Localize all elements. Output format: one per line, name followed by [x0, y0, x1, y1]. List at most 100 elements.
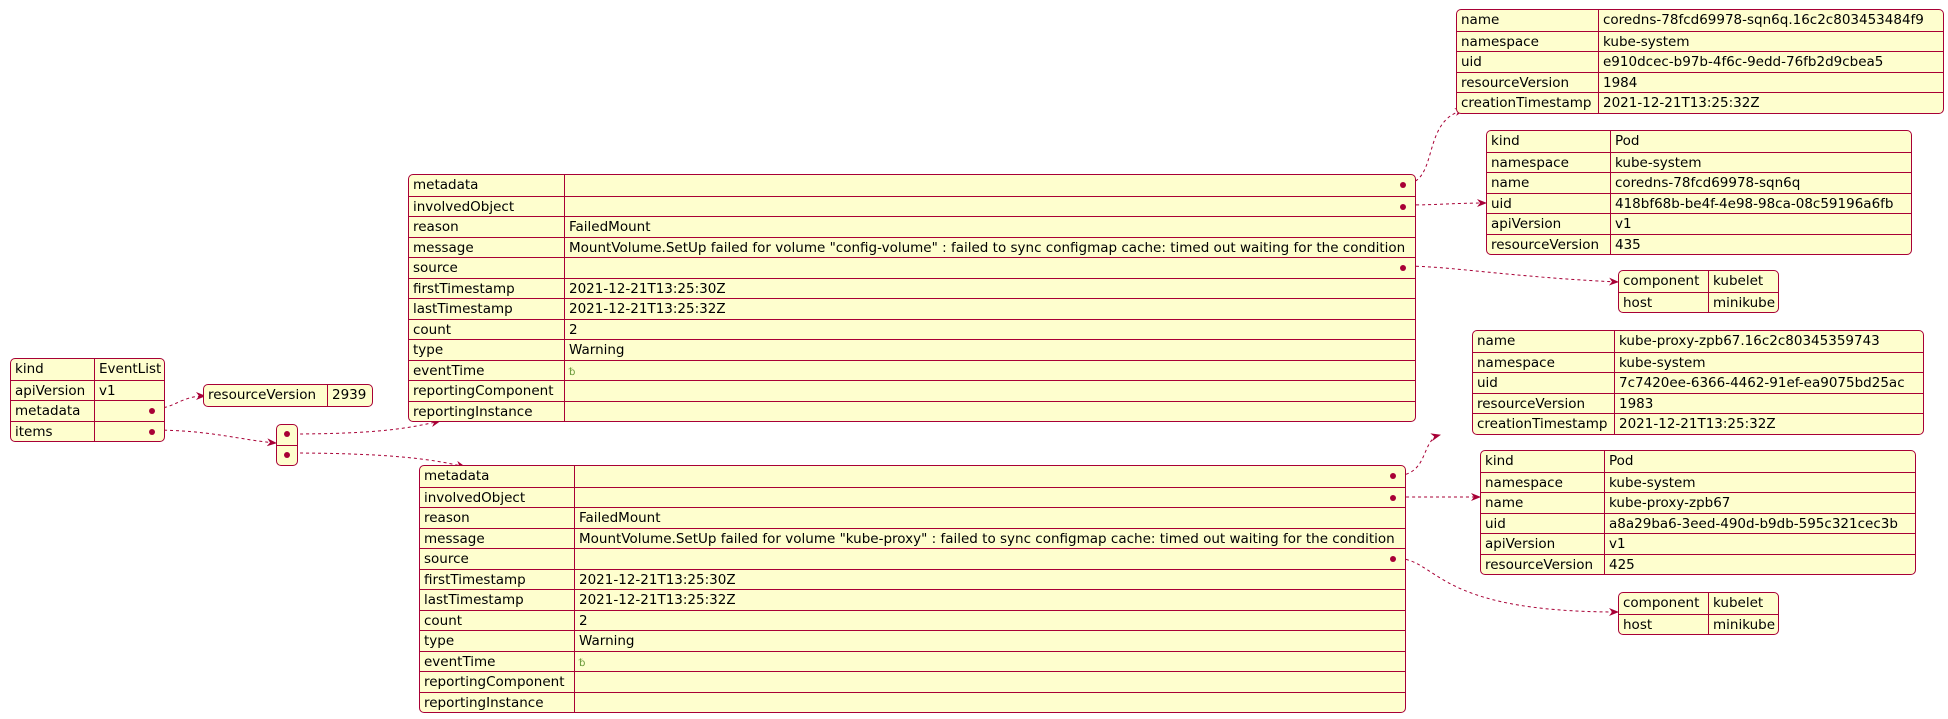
row-key: involvedObject: [409, 196, 565, 216]
row-value: coredns-78fcd69978-sqn6q.16c2c803453484f…: [1603, 12, 1924, 28]
row-key: reportingInstance: [420, 692, 575, 712]
kv-row: apiVersion v1: [1487, 213, 1911, 234]
row-value: kube-system: [1603, 33, 1690, 50]
link-0-metadata: [1403, 108, 1465, 185]
row-key: name: [1473, 331, 1615, 352]
row-key: firstTimestamp: [409, 278, 565, 298]
null-value-icon: ␢: [579, 657, 586, 669]
row-value: [565, 381, 1415, 401]
link-items-0: [287, 419, 441, 435]
row-key: metadata: [420, 466, 575, 487]
event-row: reportingInstance: [420, 691, 1405, 713]
kv-row: name coredns-78fcd69978-sqn6q: [1487, 172, 1911, 193]
row-key: items: [11, 421, 95, 441]
row-value: [565, 402, 1415, 422]
row-value: MountVolume.SetUp failed for volume "con…: [569, 239, 1406, 256]
kv-row: namespace kube-system: [1487, 151, 1911, 172]
link-dot: [149, 408, 155, 414]
row-value: 7c7420ee-6366-4462-91ef-ea9075bd25ac: [1619, 375, 1905, 391]
row-key: kind: [1487, 131, 1611, 152]
row-value: minikube: [1713, 616, 1776, 633]
row-key: uid: [1473, 373, 1615, 393]
row-value: kubelet: [1713, 273, 1764, 289]
kv-row: kind Pod: [1487, 131, 1911, 152]
root-row-apiversion: apiVersion v1: [11, 379, 164, 400]
row-key: apiVersion: [11, 380, 95, 400]
kv-row: component kubelet: [1619, 593, 1778, 614]
event-row: message MountVolume.SetUp failed for volu…: [420, 527, 1405, 548]
row-key: source: [409, 258, 565, 278]
row-key: lastTimestamp: [420, 590, 575, 610]
row-value: FailedMount: [569, 219, 651, 235]
row-value: 435: [1615, 236, 1641, 253]
row-key: creationTimestamp: [1457, 93, 1599, 113]
row-key: firstTimestamp: [420, 569, 575, 589]
row-key: apiVersion: [1481, 534, 1605, 554]
row-value: kube-system: [1615, 154, 1702, 171]
row-value: 1984: [1603, 74, 1638, 91]
row-key: count: [420, 610, 575, 630]
row-value: coredns-78fcd69978-sqn6q: [1615, 175, 1801, 191]
row-key: host: [1619, 614, 1709, 634]
link-0-source: [1403, 265, 1619, 286]
kv-row: host minikube: [1619, 291, 1778, 312]
event-row: reason FailedMount: [409, 216, 1415, 237]
event-row: count 2: [420, 609, 1405, 630]
kv-row: namespace kube-system: [1473, 351, 1923, 372]
row-value: kube-system: [1619, 354, 1706, 371]
link-dot: [284, 431, 290, 437]
row-value: 418bf68b-be4f-4e98-98ca-08c59196a6fb: [1615, 195, 1894, 212]
kv-row: component kubelet: [1619, 271, 1778, 292]
row-value: 2021-12-21T13:25:32Z: [569, 301, 726, 317]
row-key: uid: [1457, 52, 1599, 72]
kv-row: kind Pod: [1481, 451, 1915, 472]
row-value: 2021-12-21T13:25:30Z: [569, 280, 726, 297]
link-dot: [1390, 473, 1396, 479]
row-key: reason: [420, 508, 575, 528]
kv-row: name kube-proxy-zpb67.16c2c80345359743: [1473, 331, 1923, 352]
kv-row: uid 418bf68b-be4f-4e98-98ca-08c59196a6fb: [1487, 192, 1911, 213]
row-value: 2021-12-21T13:25:32Z: [579, 592, 736, 608]
metadata-row: resourceVersion 2939: [204, 385, 372, 406]
row-value: FailedMount: [579, 510, 661, 526]
event-row: source: [420, 548, 1405, 569]
row-key: namespace: [1481, 472, 1605, 492]
row-value: 1983: [1619, 395, 1654, 412]
event-row: message MountVolume.SetUp failed for volu…: [409, 236, 1415, 257]
event-0-source-node: component kubelet host minikube: [1618, 270, 1779, 313]
event-row: count 2: [409, 318, 1415, 339]
row-value: [575, 693, 1405, 713]
row-value: kube-proxy-zpb67: [1609, 495, 1731, 511]
json-diagram: kind EventList apiVersion v1 metadata item…: [0, 0, 1948, 719]
items-array-node: [276, 424, 298, 466]
link-dot: [1400, 182, 1406, 188]
row-key: lastTimestamp: [409, 299, 565, 319]
row-key: name: [1457, 10, 1599, 31]
event-node-0: metadata involvedObject reason FailedMoun…: [408, 174, 1416, 422]
event-row: eventTime ␢: [420, 650, 1405, 671]
event-row: firstTimestamp 2021-12-21T13:25:30Z: [420, 568, 1405, 589]
kv-row: uid e910dcec-b97b-4f6c-9edd-76fb2d9cbea5: [1457, 51, 1943, 72]
row-key: resourceVersion: [1473, 393, 1615, 413]
event-row: lastTimestamp 2021-12-21T13:25:32Z: [420, 589, 1405, 610]
row-key: name: [1481, 493, 1605, 513]
event-row: eventTime ␢: [409, 359, 1415, 380]
event-row: involvedObject: [409, 195, 1415, 216]
event-row: source: [409, 257, 1415, 278]
row-key: kind: [11, 359, 95, 380]
row-value: a8a29ba6-3eed-490d-b9db-595c321cec3b: [1609, 515, 1898, 532]
event-1-involved-object-node: kind Pod namespace kube-system name kube-pr…: [1480, 450, 1916, 575]
kv-row: apiVersion v1: [1481, 533, 1915, 554]
row-value: 2021-12-21T13:25:32Z: [1603, 95, 1760, 111]
row-key: metadata: [409, 175, 565, 196]
row-key: reportingComponent: [409, 381, 565, 401]
row-key: resourceVersion: [1457, 72, 1599, 92]
event-row: involvedObject: [420, 486, 1405, 507]
row-key: uid: [1481, 513, 1605, 533]
kv-row: name coredns-78fcd69978-sqn6q.16c2c803453…: [1457, 10, 1943, 31]
row-value: 425: [1609, 556, 1635, 573]
array-slot-0: [277, 425, 297, 445]
row-value: Warning: [579, 633, 635, 649]
row-key: eventTime: [409, 360, 565, 380]
kv-row: namespace kube-system: [1457, 30, 1943, 51]
